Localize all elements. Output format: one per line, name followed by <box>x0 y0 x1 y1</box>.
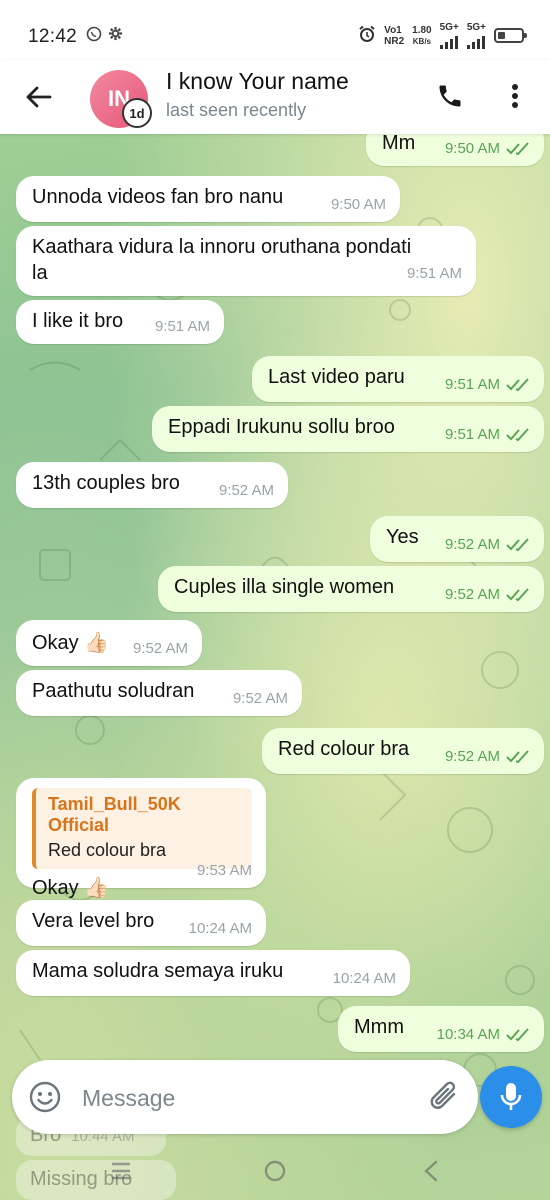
sim2-label: 5G+ <box>466 22 486 33</box>
message-time: 9:51 AM <box>444 426 500 443</box>
network-label-top: Vo1 <box>384 24 402 36</box>
status-time: 12:42 <box>28 26 78 47</box>
message-bubble-incoming[interactable]: Mama soludra semaya iruku 10:24 AM <box>16 950 410 996</box>
message-bubble-outgoing[interactable]: Last video paru 9:51 AM <box>252 356 544 402</box>
phone-icon <box>439 85 461 107</box>
message-text: Unnoda videos fan bro nanu <box>32 186 284 208</box>
message-bubble-incoming[interactable]: Kaathara vidura la innoru oruthana ponda… <box>16 226 476 296</box>
reply-author: Tamil_Bull_50K Official <box>48 794 181 835</box>
message-bubble-incoming[interactable]: Okay 👍🏻 9:52 AM <box>16 620 202 666</box>
message-time: 9:51 AM <box>406 265 462 282</box>
chevron-left-icon <box>424 1160 438 1182</box>
data-speed-unit: KB/s <box>412 36 431 46</box>
message-text: Last video paru <box>268 366 405 388</box>
status-bar: 12:42 Vo1 NR2 1.80 KB/s 5G+ 5G+ <box>0 0 550 66</box>
recent-apps-button[interactable] <box>104 1154 138 1188</box>
emoji-button[interactable] <box>28 1080 62 1114</box>
message-bubble-incoming[interactable]: I like it bro 9:51 AM <box>16 300 224 344</box>
more-options-button[interactable] <box>500 78 530 114</box>
menu-icon <box>112 1162 130 1180</box>
arrow-left-icon <box>26 86 52 108</box>
message-bubble-outgoing[interactable]: Cuples illa single women 9:52 AM <box>158 566 544 612</box>
double-check-icon <box>506 1028 529 1042</box>
microphone-icon <box>500 1083 522 1110</box>
message-bubble-outgoing[interactable]: Eppadi Irukunu sollu broo 9:51 AM <box>152 406 544 452</box>
double-check-icon <box>506 378 529 392</box>
nav-back-button[interactable] <box>414 1154 448 1188</box>
message-text: I like it bro <box>32 310 124 332</box>
more-vertical-icon <box>512 84 518 108</box>
message-time: 9:51 AM <box>444 376 500 393</box>
reply-quote[interactable]: Tamil_Bull_50K Official Red colour bra <box>32 788 252 869</box>
message-time: 9:51 AM <box>154 318 210 335</box>
last-seen-status: last seen recently <box>166 100 307 120</box>
message-bubble-incoming[interactable]: Tamil_Bull_50K Official Red colour bra O… <box>16 778 266 899</box>
chat-area[interactable]: Mm 9:50 AM Unnoda videos fan bro nanu 9:… <box>0 130 550 1200</box>
network-label-bottom: NR2 <box>384 35 405 47</box>
message-time: 9:52 AM <box>444 536 500 553</box>
message-time: 10:24 AM <box>188 920 252 937</box>
message-bubble-outgoing[interactable]: Yes 9:52 AM <box>370 516 544 562</box>
message-text: Mmm <box>354 1016 404 1038</box>
message-text: Yes <box>386 526 419 548</box>
message-bubble-outgoing[interactable]: Mmm 10:34 AM <box>338 1006 544 1052</box>
message-bubble-incoming[interactable]: 13th couples bro 9:52 AM <box>16 462 288 508</box>
message-text: Okay 👍🏻 <box>32 877 110 899</box>
home-button[interactable] <box>258 1154 292 1188</box>
message-text: Kaathara vidura la innoru oruthana ponda… <box>32 236 412 284</box>
gear-icon <box>108 26 123 46</box>
paperclip-icon <box>430 1081 456 1109</box>
message-time: 9:52 AM <box>444 586 500 603</box>
message-composer <box>12 1060 478 1134</box>
message-text: Paathutu soludran <box>32 680 195 702</box>
message-text: Mama soludra semaya iruku <box>32 960 284 982</box>
message-text: Mm <box>382 132 416 154</box>
message-time: 9:50 AM <box>444 140 500 157</box>
page-title[interactable]: I know Your name <box>166 68 349 95</box>
double-check-icon <box>506 538 529 552</box>
message-text: Vera level bro <box>32 910 155 932</box>
message-time: 9:53 AM <box>196 862 252 879</box>
double-check-icon <box>506 428 529 442</box>
battery-icon <box>494 28 527 43</box>
whatsapp-icon <box>86 26 102 46</box>
sim1-label: 5G+ <box>439 22 459 33</box>
smiley-icon <box>29 1081 61 1113</box>
message-time: 9:52 AM <box>232 690 288 707</box>
message-text: Okay 👍🏻 <box>32 632 110 654</box>
alarm-icon <box>358 25 376 46</box>
message-bubble-incoming[interactable]: Paathutu soludran 9:52 AM <box>16 670 302 716</box>
system-nav-bar <box>0 1140 550 1200</box>
message-text: Eppadi Irukunu sollu broo <box>168 416 395 438</box>
message-input[interactable] <box>80 1077 414 1119</box>
message-time: 10:24 AM <box>332 970 396 987</box>
chat-header: IN 1d I know Your name last seen recentl… <box>0 60 550 134</box>
message-text: Red colour bra <box>278 738 410 760</box>
signal-icon <box>439 33 459 49</box>
message-text: Cuples illa single women <box>174 576 395 598</box>
message-bubble-incoming[interactable]: Unnoda videos fan bro nanu 9:50 AM <box>16 176 400 222</box>
message-time: 9:50 AM <box>330 196 386 213</box>
message-bubble-outgoing[interactable]: Mm 9:50 AM <box>366 130 544 166</box>
message-time: 9:52 AM <box>444 748 500 765</box>
signal-icon <box>466 33 486 49</box>
reply-text: Red colour bra <box>48 840 167 860</box>
double-check-icon <box>506 750 529 764</box>
voice-record-button[interactable] <box>480 1066 542 1128</box>
story-badge: 1d <box>122 98 152 128</box>
message-bubble-incoming[interactable]: Vera level bro 10:24 AM <box>16 900 266 946</box>
message-time: 10:34 AM <box>436 1026 500 1043</box>
data-speed: 1.80 <box>412 24 432 36</box>
circle-icon <box>264 1160 286 1182</box>
double-check-icon <box>506 142 529 156</box>
message-text: 13th couples bro <box>32 472 180 494</box>
message-time: 9:52 AM <box>218 482 274 499</box>
back-button[interactable] <box>20 78 58 116</box>
attach-button[interactable] <box>428 1078 464 1116</box>
call-button[interactable] <box>432 78 468 114</box>
message-bubble-outgoing[interactable]: Red colour bra 9:52 AM <box>262 728 544 774</box>
message-time: 9:52 AM <box>132 640 188 657</box>
double-check-icon <box>506 588 529 602</box>
